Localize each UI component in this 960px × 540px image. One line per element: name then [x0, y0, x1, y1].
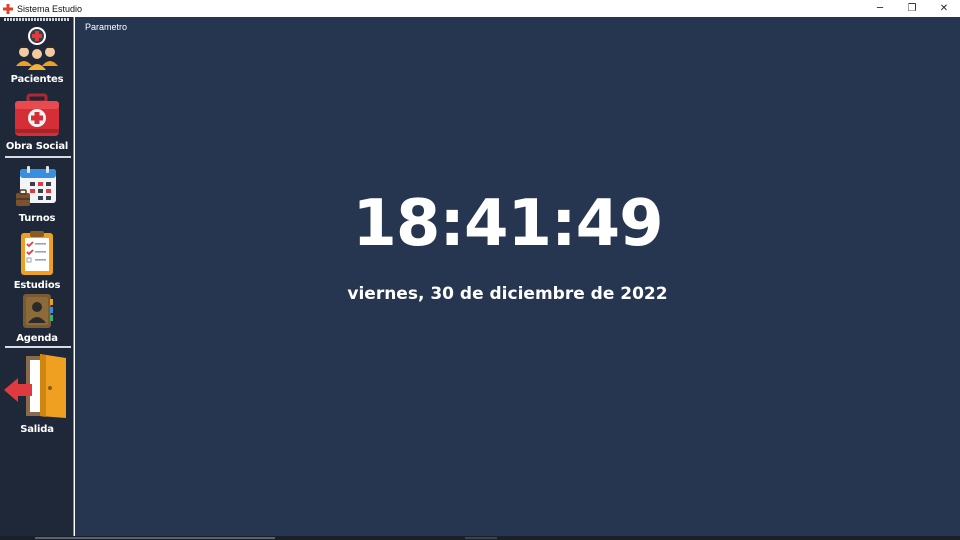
sidebar-item-estudios[interactable]: Estudios	[0, 230, 74, 292]
restore-button[interactable]: ❐	[896, 0, 928, 17]
bottom-strip	[0, 536, 960, 540]
scroll-segment	[465, 537, 497, 539]
sidebar-item-obra-social[interactable]: Obra Social	[0, 93, 74, 153]
sidebar-item-turnos[interactable]: Turnos	[0, 165, 74, 225]
sidebar-item-agenda[interactable]: Agenda	[0, 293, 74, 345]
window-title: Sistema Estudio	[17, 3, 83, 14]
close-button[interactable]: ✕	[928, 0, 960, 17]
exit-door-icon	[2, 352, 72, 426]
sidebar-item-salida[interactable]: Salida	[0, 352, 74, 436]
sidebar-divider	[5, 156, 71, 158]
calendar-icon	[14, 165, 60, 213]
sidebar-item-label: Pacientes	[10, 74, 64, 85]
main-panel: Parametro 18:41:49 viernes, 30 de diciem…	[75, 17, 960, 540]
sidebar-item-label: Agenda	[16, 333, 58, 344]
sidebar-divider	[5, 346, 71, 348]
scroll-segment	[35, 537, 275, 539]
patients-icon	[14, 26, 60, 74]
section-label: Parametro	[85, 22, 128, 32]
contact-book-icon	[17, 293, 57, 333]
sidebar-item-label: Salida	[20, 424, 54, 435]
sidebar-item-label: Obra Social	[5, 141, 69, 152]
sidebar-item-label: Estudios	[13, 280, 61, 291]
minimize-button[interactable]: ─	[864, 0, 896, 17]
sidebar-item-label: Turnos	[18, 213, 56, 224]
sidebar: Pacientes Obra Social Turnos Estudios Ag…	[0, 17, 74, 540]
app-cross-icon	[2, 3, 14, 15]
date-display: viernes, 30 de diciembre de 2022	[347, 284, 668, 304]
clipboard-icon	[14, 230, 60, 280]
clock-display: 18:41:49	[352, 187, 663, 261]
sidebar-ridge	[4, 18, 70, 21]
title-bar: Sistema Estudio ─ ❐ ✕	[0, 0, 960, 17]
medical-bag-icon	[14, 93, 60, 141]
sidebar-item-pacientes[interactable]: Pacientes	[0, 26, 74, 86]
